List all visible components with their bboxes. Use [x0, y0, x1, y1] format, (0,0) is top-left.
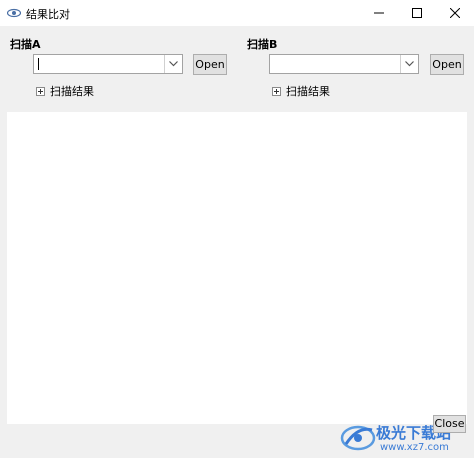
eye-icon	[7, 8, 21, 18]
chevron-down-icon	[169, 61, 178, 67]
dialog-body: 扫描A Open 扫描结果 扫描B Open 扫描结果 极光下载站 www.xz…	[0, 26, 474, 453]
minimize-button[interactable]	[360, 0, 398, 26]
maximize-button[interactable]	[398, 0, 436, 26]
scan-a-results-expander[interactable]: 扫描结果	[36, 83, 94, 99]
scan-b-label: 扫描B	[247, 38, 278, 51]
scan-a-combobox[interactable]	[33, 54, 183, 74]
scan-b-open-button[interactable]: Open	[430, 54, 464, 75]
watermark-logo-icon	[340, 425, 376, 451]
comparison-results-panel	[7, 112, 467, 424]
scan-b-combobox[interactable]	[269, 54, 419, 74]
text-caret	[38, 58, 39, 70]
scan-b-results-expander[interactable]: 扫描结果	[272, 83, 330, 99]
close-window-button[interactable]	[436, 0, 474, 26]
watermark-url: www.xz7.com	[380, 442, 449, 453]
plus-expand-icon	[36, 86, 45, 96]
scan-a-results-label: 扫描结果	[50, 85, 94, 98]
close-icon	[450, 8, 460, 18]
scan-a-dropdown-button[interactable]	[164, 55, 182, 73]
minimize-icon	[374, 12, 384, 14]
scan-b-results-label: 扫描结果	[286, 85, 330, 98]
maximize-icon	[412, 8, 422, 18]
chevron-down-icon	[405, 61, 414, 67]
plus-expand-icon	[272, 86, 281, 96]
scan-a-label: 扫描A	[10, 38, 41, 51]
scan-a-open-button[interactable]: Open	[193, 54, 227, 75]
scan-b-dropdown-button[interactable]	[400, 55, 418, 73]
close-button[interactable]: Close	[433, 415, 466, 433]
window-title: 结果比对	[26, 8, 70, 21]
title-bar: 结果比对	[0, 0, 474, 26]
